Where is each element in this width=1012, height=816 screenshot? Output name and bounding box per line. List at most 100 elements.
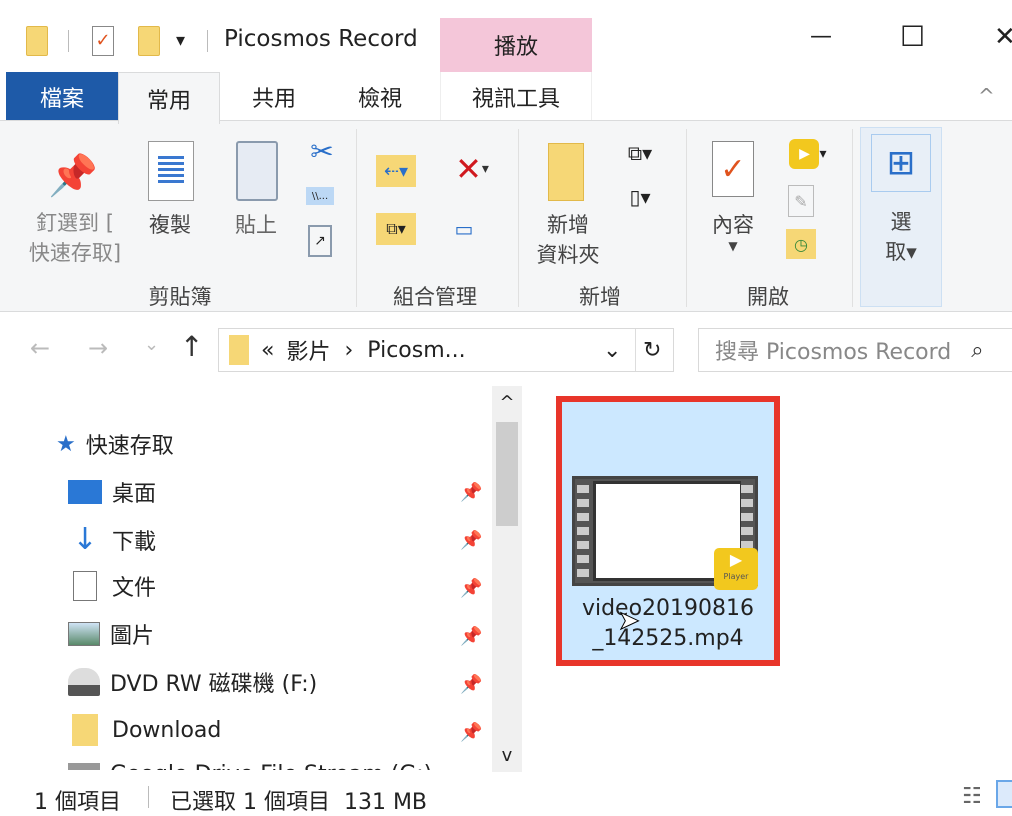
pin-icon[interactable]: 📌 [460, 578, 482, 599]
label: video20190816 [581, 596, 755, 621]
address-dropdown[interactable]: ⌄ [603, 338, 621, 363]
status-item-count: 1 個項目 [34, 790, 121, 815]
back-button[interactable]: ← [30, 334, 50, 362]
folder-icon [229, 335, 249, 365]
tab-file[interactable]: 檔案 [6, 72, 118, 122]
folder-icon [26, 26, 48, 56]
label: Download [112, 717, 222, 743]
scroll-down-button[interactable]: v [492, 745, 522, 766]
player-badge-icon: ▶ Player [714, 548, 758, 590]
pin-icon: 📌 [48, 152, 98, 199]
qat-dropdown[interactable]: ▾ [176, 30, 185, 51]
maximize-button[interactable]: ☐ [900, 20, 925, 53]
divider [356, 129, 357, 307]
close-button[interactable]: ✕ [994, 22, 1012, 52]
new-item-icon[interactable]: ⧉▾ [616, 137, 664, 169]
sidebar-item-desktop[interactable]: 桌面 [68, 476, 156, 508]
open-with-icon[interactable]: ▶ ▾ [782, 137, 834, 171]
properties-icon: ✓ [712, 141, 754, 197]
copy-path-icon[interactable]: \\... [306, 187, 334, 205]
move-to-icon[interactable]: ⇠▾ [376, 155, 416, 187]
address-bar[interactable]: « 影片 › Picosm... ⌄ ↻ [218, 328, 674, 372]
scroll-thumb[interactable] [496, 422, 518, 526]
select-icon: ⊞ [871, 134, 931, 192]
sidebar-item-google-drive[interactable]: Google Drive File Stream (G:) [68, 762, 432, 770]
history-icon[interactable]: ◷ [786, 229, 816, 259]
breadcrumb-videos[interactable]: 影片 [286, 334, 330, 366]
dropdown-arrow: ▼ [728, 239, 738, 253]
new-folder-icon [548, 143, 584, 201]
delete-icon[interactable]: ✕ ▾ [444, 149, 500, 189]
drive-icon [68, 762, 100, 770]
select-button[interactable]: ⊞ 選 取▾ [860, 127, 942, 307]
sidebar-item-pictures[interactable]: 圖片 [68, 618, 154, 650]
sidebar-item-download-folder[interactable]: Download [68, 714, 221, 746]
group-organize: 組合管理 [393, 285, 477, 309]
label: 圖片 [110, 624, 155, 649]
navigation-pane: ★ 快速存取 桌面 ↓ 下載 文件 圖片 DVD RW 磁碟機 (F:) Downl… [0, 390, 520, 770]
sidebar-item-dvd[interactable]: DVD RW 磁碟機 (F:) [68, 666, 317, 698]
recent-locations-button[interactable]: ⌄ [144, 334, 159, 355]
properties-button[interactable]: 內容 ▼ [700, 209, 766, 253]
breadcrumb-overflow[interactable]: « [261, 338, 274, 363]
properties-qat-icon[interactable]: ✓ [92, 26, 114, 56]
sidebar-scrollbar[interactable]: ^ v [492, 386, 522, 772]
file-item-video[interactable]: ▶ Player video20190816 _142525.mp4 ➤ [556, 396, 780, 666]
file-name[interactable]: video20190816 _142525.mp4 [562, 594, 774, 654]
sidebar-quick-access[interactable]: ★ 快速存取 [56, 428, 174, 460]
paste-icon [236, 141, 278, 201]
label: 文件 [112, 576, 157, 601]
breadcrumb-chevron[interactable]: › [344, 338, 353, 363]
large-icons-view-icon[interactable] [996, 780, 1012, 808]
download-icon: ↓ [72, 522, 98, 557]
cut-icon[interactable]: ✂ [304, 133, 340, 169]
sidebar-item-documents[interactable]: 文件 [68, 570, 156, 602]
new-folder-button[interactable]: 新增 資料夾 [520, 209, 616, 269]
details-view-icon[interactable]: ☷ [962, 784, 982, 809]
rename-icon[interactable]: ▭ [444, 213, 484, 245]
paste-button[interactable]: 貼上 [226, 209, 286, 239]
pin-icon[interactable]: 📌 [460, 674, 482, 695]
divider [635, 329, 636, 371]
divider [68, 30, 69, 52]
minimize-button[interactable]: — [810, 24, 832, 49]
label: 選 [890, 210, 912, 234]
divider [207, 30, 208, 52]
tab-video-tools[interactable]: 視訊工具 [440, 72, 592, 122]
tab-view[interactable]: 檢視 [330, 72, 430, 122]
up-button[interactable]: ↑ [180, 330, 203, 363]
copy-to-icon[interactable]: ⧉▾ [376, 213, 416, 245]
new-folder-qat-icon[interactable] [138, 26, 160, 56]
refresh-button[interactable]: ↻ [643, 338, 661, 363]
tab-share[interactable]: 共用 [224, 72, 324, 122]
copy-icon [148, 141, 194, 201]
label: _142525.mp4 [592, 626, 744, 651]
search-icon[interactable]: ⌕ [971, 338, 983, 363]
label: 取▾ [885, 240, 917, 264]
tab-home[interactable]: 常用 [118, 72, 220, 124]
paste-shortcut-icon[interactable]: ↗ [308, 225, 332, 257]
label: 下載 [112, 529, 157, 555]
label: 快速存取 [85, 434, 174, 459]
scroll-up-button[interactable]: ^ [492, 386, 522, 413]
edit-icon[interactable]: ✎ [788, 185, 814, 217]
forward-button[interactable]: → [88, 334, 108, 362]
pin-quick-access-button[interactable]: 釘選到 [ 快速存取] [10, 207, 140, 267]
pin-icon[interactable]: 📌 [460, 722, 482, 743]
search-box[interactable]: 搜尋 Picosmos Record ⌕ [698, 328, 1012, 372]
pin-icon[interactable]: 📌 [460, 530, 482, 551]
sidebar-item-downloads[interactable]: ↓ 下載 [68, 522, 156, 557]
ribbon-collapse-button[interactable]: ^ [978, 84, 995, 108]
easy-access-icon[interactable]: ▯▾ [616, 181, 664, 213]
context-tab-play: 播放 [440, 18, 592, 72]
folder-icon [72, 714, 98, 746]
copy-button[interactable]: 複製 [140, 209, 200, 239]
mouse-cursor-icon: ➤ [618, 606, 641, 637]
divider [852, 129, 853, 307]
label: 釘選到 [ [36, 211, 114, 235]
pin-icon[interactable]: 📌 [460, 482, 482, 503]
breadcrumb-current[interactable]: Picosm... [367, 338, 465, 363]
pin-icon[interactable]: 📌 [460, 626, 482, 647]
label: Google Drive File Stream (G:) [110, 762, 432, 770]
group-clipboard: 剪貼簿 [148, 285, 212, 309]
